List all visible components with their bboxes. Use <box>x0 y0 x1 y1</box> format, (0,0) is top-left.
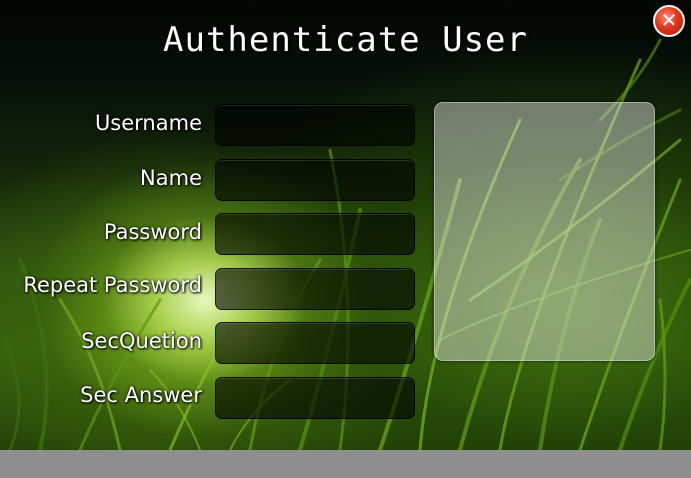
username-label: Username <box>94 111 202 135</box>
user-photo-panel[interactable] <box>434 102 655 361</box>
close-icon: ✕ <box>660 8 678 32</box>
security-answer-label: Sec Answer <box>80 383 202 407</box>
name-field[interactable] <box>215 159 415 201</box>
name-label: Name <box>140 166 202 190</box>
security-answer-field[interactable] <box>215 377 415 419</box>
security-question-label: SecQuetion <box>81 329 202 353</box>
authenticate-window: Authenticate User ✕ Username Name Passwo… <box>0 0 691 478</box>
password-label: Password <box>103 220 202 244</box>
repeat-password-field[interactable] <box>215 268 415 310</box>
password-field[interactable] <box>215 213 415 255</box>
repeat-password-label: Repeat Password <box>23 273 202 297</box>
username-field[interactable] <box>215 104 415 146</box>
window-title: Authenticate User <box>163 20 528 60</box>
close-button[interactable]: ✕ <box>653 5 685 37</box>
status-bar <box>0 450 691 478</box>
security-question-field[interactable] <box>215 322 415 364</box>
